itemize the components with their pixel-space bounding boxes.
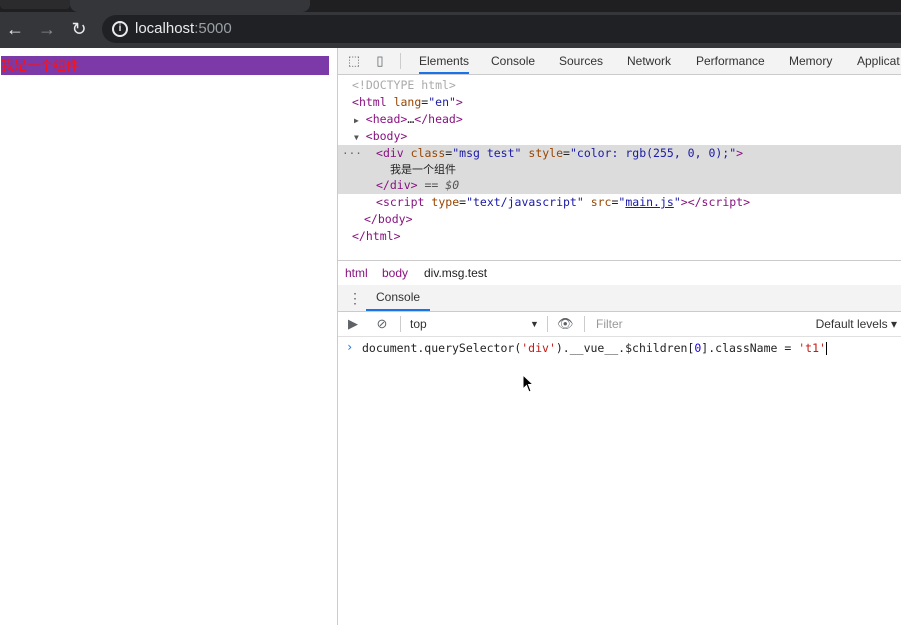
chevron-down-icon[interactable]: ▼ <box>530 316 539 332</box>
dom-head-collapsed[interactable]: ▶ <head>…</head> <box>354 111 463 128</box>
filter-input[interactable]: Filter <box>596 316 623 332</box>
divider <box>584 316 585 332</box>
dom-div-open[interactable]: <div class="msg test" style="color: rgb(… <box>376 145 743 162</box>
arrow-left-icon[interactable]: ← <box>3 18 27 40</box>
dom-html-open[interactable]: <html lang="en"> <box>352 94 463 111</box>
url-port: :5000 <box>194 20 232 37</box>
tab-strip <box>0 0 901 12</box>
tab-sources[interactable]: Sources <box>559 48 603 74</box>
dom-div-text[interactable]: 我是一个组件 <box>390 161 456 178</box>
url-host: localhost <box>135 20 195 37</box>
drawer-tabbar: ⋮ Console <box>338 285 901 312</box>
sidebar-toggle-icon[interactable]: ▶ <box>345 316 361 332</box>
collapse-caret-icon[interactable]: ▼ <box>354 133 359 142</box>
tab-application[interactable]: Applicat <box>857 48 900 74</box>
url-text[interactable]: localhost:5000 <box>135 20 232 37</box>
dom-html-close[interactable]: </html> <box>352 228 401 245</box>
device-toolbar-icon[interactable]: ▯ <box>372 53 388 69</box>
tab-memory[interactable]: Memory <box>789 48 832 74</box>
breadcrumb-html[interactable]: html <box>345 265 368 281</box>
console-input[interactable]: document.querySelector('div').__vue__.$c… <box>362 340 827 356</box>
context-select[interactable]: top <box>410 316 427 332</box>
divider <box>400 316 401 332</box>
info-icon[interactable]: i <box>112 21 128 37</box>
tab-active[interactable] <box>70 0 310 12</box>
tab-network[interactable]: Network <box>627 48 671 74</box>
kebab-menu-icon[interactable]: ⋮ <box>348 289 362 307</box>
reload-icon[interactable]: ↻ <box>67 18 91 40</box>
clear-console-icon[interactable]: ⊘ <box>374 316 390 332</box>
elements-tree: ··· <!DOCTYPE html> <html lang="en"> ▶ <… <box>338 75 901 260</box>
eye-icon[interactable]: 👁 <box>557 316 574 332</box>
dom-body-open[interactable]: ▼ <body> <box>354 128 407 145</box>
expand-caret-icon[interactable]: ▶ <box>354 116 359 125</box>
script-src-link[interactable]: main.js <box>625 195 673 209</box>
dom-body-close[interactable]: </body> <box>364 211 413 228</box>
inspect-element-icon[interactable]: ⬚ <box>346 53 362 69</box>
address-bar[interactable]: i localhost:5000 <box>102 15 901 43</box>
tab-inactive[interactable] <box>0 0 70 9</box>
component-div[interactable]: 我是一个组件 <box>1 56 329 75</box>
divider <box>547 316 548 332</box>
drawer-tab-console[interactable]: Console <box>366 285 431 311</box>
dom-doctype[interactable]: <!DOCTYPE html> <box>352 77 456 94</box>
devtools-panel: ⬚ ▯ Elements Console Sources Network Per… <box>338 48 901 625</box>
text-cursor <box>825 342 827 355</box>
tab-console[interactable]: Console <box>491 48 535 74</box>
console-toolbar: ▶ ⊘ top ▼ 👁 Filter Default levels ▾ <box>338 312 901 337</box>
tab-performance[interactable]: Performance <box>696 48 765 74</box>
dom-script[interactable]: <script type="text/javascript" src="main… <box>376 194 750 211</box>
levels-dropdown[interactable]: Default levels ▾ <box>816 316 897 332</box>
mouse-pointer-icon <box>522 374 534 393</box>
tab-elements[interactable]: Elements <box>419 48 470 74</box>
devtools-tabbar: ⬚ ▯ Elements Console Sources Network Per… <box>338 48 901 75</box>
page-viewport: 我是一个组件 <box>0 48 338 625</box>
arrow-right-icon[interactable]: → <box>35 18 59 40</box>
prompt-chevron-icon: › <box>346 340 354 354</box>
divider <box>400 53 401 69</box>
console-prompt[interactable]: › document.querySelector('div').__vue__.… <box>338 337 901 357</box>
breadcrumb: html body div.msg.test <box>338 260 901 286</box>
breadcrumb-div[interactable]: div.msg.test <box>424 265 487 281</box>
dom-div-close[interactable]: </div> == $0 <box>376 177 459 194</box>
more-icon[interactable]: ··· <box>342 147 362 160</box>
breadcrumb-body[interactable]: body <box>382 265 408 281</box>
